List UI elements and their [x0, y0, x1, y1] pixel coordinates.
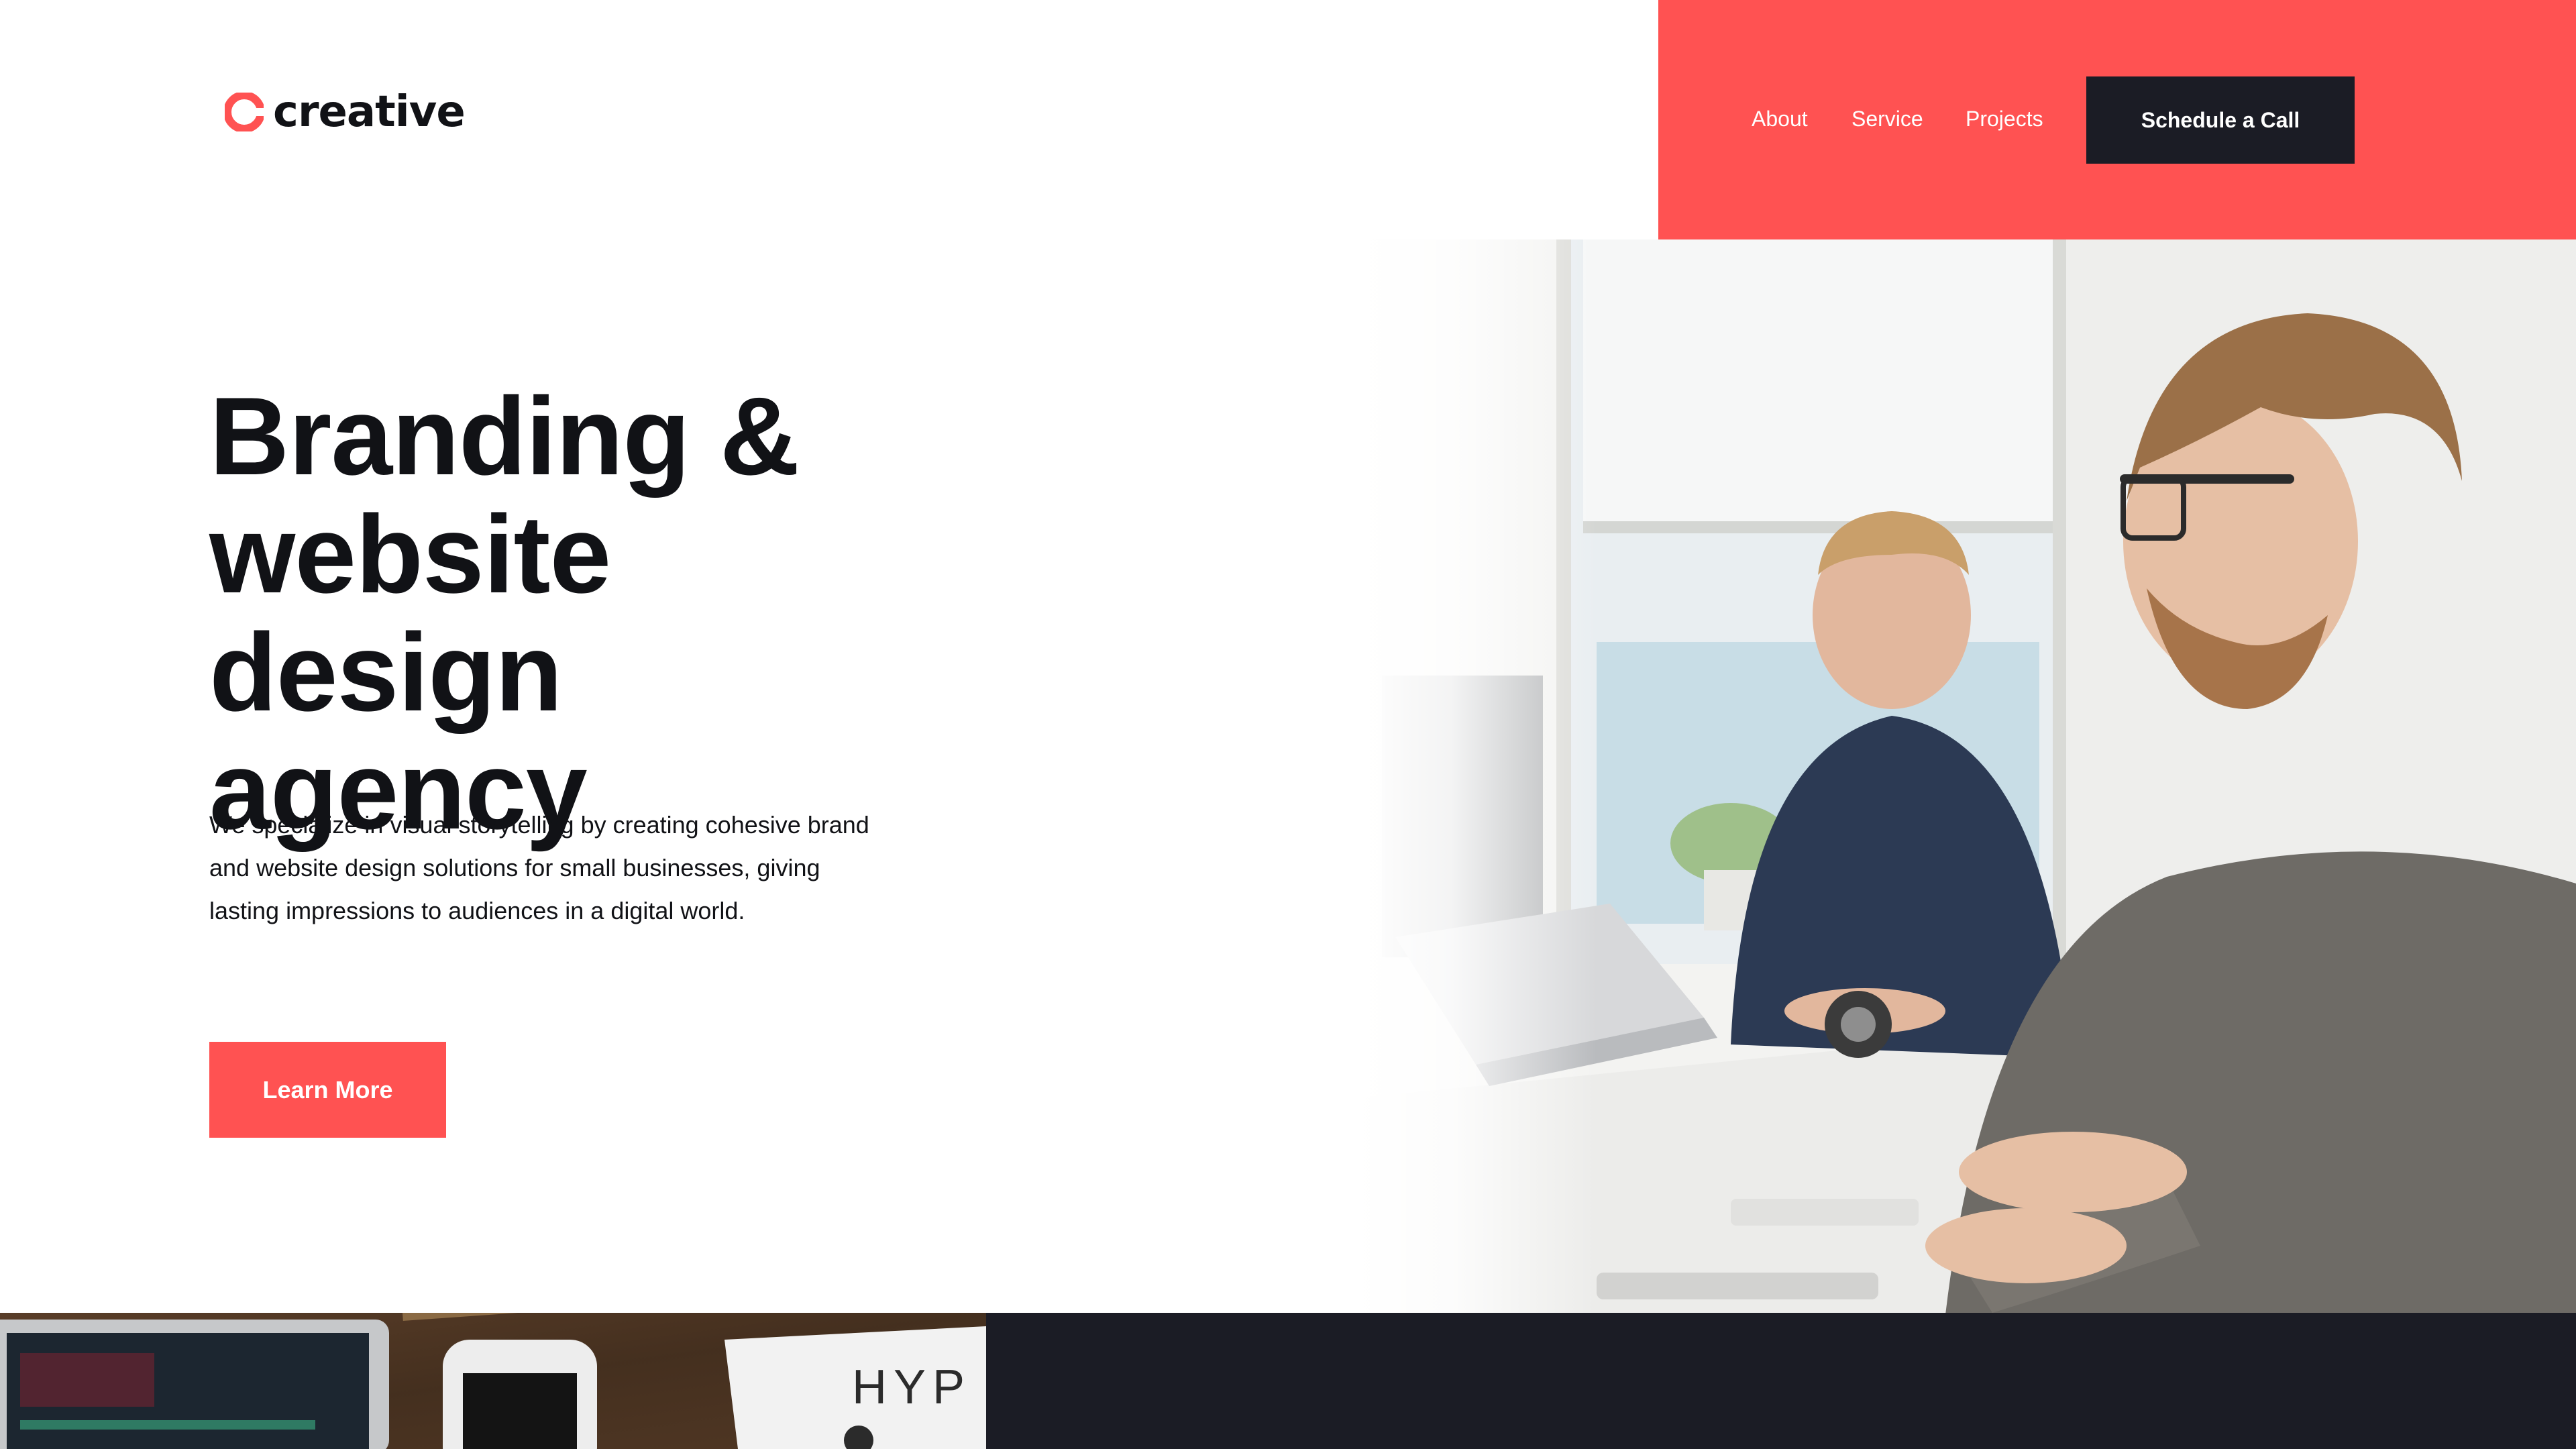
brand-logo[interactable]: creative: [225, 87, 466, 137]
nav-projects-link[interactable]: Projects: [1966, 107, 2043, 131]
logo-icon: [225, 93, 264, 131]
office-designers-photo-icon: [1355, 239, 2576, 1313]
nav-about-link[interactable]: About: [1752, 107, 1808, 131]
bottom-photo-text: HYP: [852, 1360, 972, 1414]
dark-section: [986, 1313, 2576, 1449]
learn-more-button[interactable]: Learn More: [209, 1042, 446, 1138]
bottom-photo: HYP: [0, 1313, 986, 1449]
hero-description: We specialize in visual storytelling by …: [209, 811, 869, 924]
hero-photo: [1355, 239, 2576, 1313]
schedule-call-button[interactable]: Schedule a Call: [2086, 76, 2355, 164]
workspace-desk-photo-icon: [0, 1313, 986, 1449]
brand-name: creative: [273, 87, 466, 137]
hero-title: Branding & website design agency: [209, 374, 800, 852]
nav-service-link[interactable]: Service: [1851, 107, 1923, 131]
